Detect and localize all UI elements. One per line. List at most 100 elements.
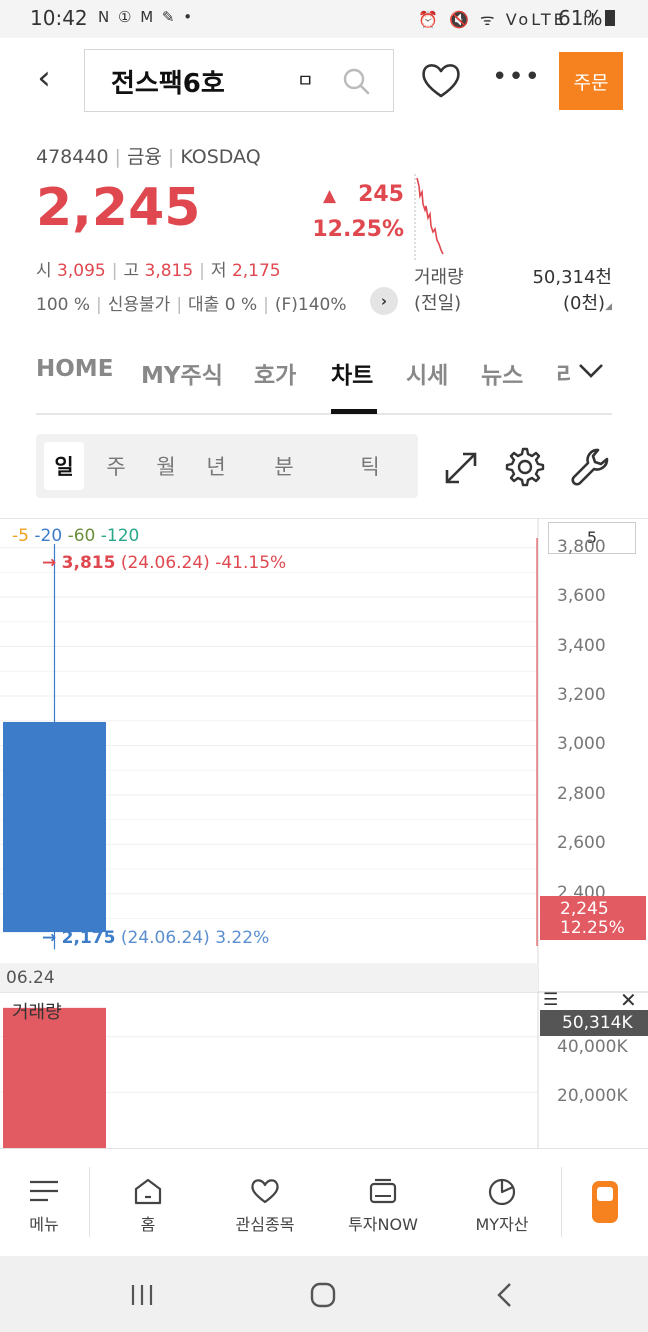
phone-app-icon (592, 1181, 618, 1223)
tab-chart[interactable]: 차트 (331, 356, 373, 390)
ohlc-summary: 시 3,095 | 고 3,815 | 저 2,175 (36, 261, 281, 281)
ma-120-legend: -120 (100, 526, 140, 546)
back-nav-icon[interactable] (492, 1280, 516, 1310)
ma-20-legend: -20 (34, 526, 63, 546)
nav-invest-now[interactable]: 투자NOW (332, 1149, 434, 1257)
expand-icon[interactable] (439, 446, 483, 490)
nav-my-assets[interactable]: MY자산 (452, 1149, 552, 1257)
home-button-icon[interactable] (308, 1280, 338, 1310)
period-minute[interactable]: 분 (264, 442, 304, 490)
open-price: 3,095 (57, 261, 106, 281)
up-arrow-icon: ▲ (322, 186, 337, 206)
tab-price[interactable]: 시세 (406, 356, 448, 390)
y-tick-label: 3,400 (557, 635, 606, 656)
period-tick[interactable]: 틱 (350, 442, 390, 490)
f-rate: (F)140% (274, 295, 347, 315)
menu-icon[interactable]: ☰ (543, 990, 558, 1010)
gear-icon[interactable] (503, 445, 547, 489)
stock-search-box[interactable]: 전스팩6호 ㅁ (84, 49, 394, 112)
tab-more-truncated[interactable]: 리 (556, 356, 570, 390)
wrench-icon[interactable] (568, 445, 612, 489)
high-price: 3,815 (144, 261, 194, 281)
y-tick-label: 2,800 (557, 783, 606, 804)
date-label: 06.24 (6, 968, 55, 988)
change-amount: 245 (358, 182, 404, 207)
tab-news[interactable]: 뉴스 (481, 356, 523, 390)
credit-status: 신용불가 (107, 295, 171, 315)
candle-body (3, 721, 106, 933)
y-tick-label: 3,600 (557, 586, 606, 607)
y-tick-label: 3,000 (557, 734, 606, 755)
stock-name-tag: ㅁ (297, 71, 314, 92)
candlestick-chart[interactable] (0, 518, 648, 1148)
nav-watchlist[interactable]: 관심종목 (215, 1149, 315, 1257)
current-price: 2,245 (36, 178, 201, 238)
active-tab-indicator (331, 409, 377, 414)
loan-rate: 대출 0 % (188, 295, 258, 315)
order-button[interactable]: 주문 (559, 52, 623, 110)
close-icon[interactable]: ✕ (620, 988, 637, 1012)
back-button[interactable]: ‹ (22, 58, 66, 102)
nav-menu[interactable]: 메뉴 (0, 1149, 88, 1257)
pie-chart-icon (488, 1178, 516, 1205)
tab-my-stock[interactable]: MY주식 (141, 356, 223, 390)
volume-tick-20000k: 20,000K (557, 1086, 628, 1106)
tab-home[interactable]: HOME (36, 356, 113, 382)
low-price: 2,175 (231, 261, 281, 281)
period-week[interactable]: 주 (96, 442, 136, 490)
date-axis (0, 963, 538, 992)
ma-60-legend: -60 (67, 526, 96, 546)
period-day[interactable]: 일 (44, 442, 84, 490)
volume-panel-title: 거래량 (12, 1002, 62, 1023)
volume-value: 50,314천 (0천)◢ (532, 267, 612, 314)
current-price-tag: 2,245 12.25% (540, 896, 646, 940)
y-tick-label: 3,800 (557, 536, 606, 557)
moving-average-legend[interactable]: -5 -20 -60 -120 (12, 526, 139, 546)
home-icon (134, 1178, 162, 1205)
battery-icon (605, 10, 616, 26)
bottom-navigation: 메뉴 홈 관심종목 투자NOW MY자산 (0, 1148, 648, 1256)
volume-tick-40000k: 40,000K (557, 1037, 628, 1057)
news-icon (369, 1178, 397, 1204)
notification-icons: N ① M ✎ • (98, 8, 195, 26)
stock-market: KOSDAQ (180, 146, 261, 168)
corner-triangle-icon: ◢ (605, 302, 612, 312)
low-price-annotation: → 2,175 (24.06.24) 3.22% (42, 928, 270, 948)
stock-name: 전스팩6호 (111, 69, 225, 99)
chevron-left-icon: ‹ (37, 58, 51, 98)
detail-chevron-icon[interactable]: › (370, 287, 398, 315)
recent-apps-icon[interactable] (128, 1282, 156, 1308)
price-change: ▲ 245 12.25% (296, 178, 404, 247)
intraday-sparkline (414, 174, 444, 260)
chart-period-selector: 일 주 월 년 분 틱 (36, 434, 418, 498)
volume-label: 거래량 (전일) (414, 267, 464, 314)
period-year[interactable]: 년 (196, 442, 236, 490)
stock-sector: 금융 (126, 146, 162, 168)
status-bar: 10:42 N ① M ✎ • ⏰ 🔇 ᯤ VoLTE .ıl 61% (0, 0, 648, 38)
more-options-button[interactable]: ••• (492, 62, 541, 92)
main-tab-bar: HOME MY주식 호가 차트 시세 뉴스 리 (36, 340, 612, 415)
y-tick-label: 3,200 (557, 685, 606, 705)
tab-quote[interactable]: 호가 (254, 356, 296, 390)
y-tick-label: 2,600 (557, 833, 606, 854)
arrow-right-icon: → (42, 553, 57, 573)
battery-indicator: 61% (558, 6, 616, 30)
margin-rate: 100 % (36, 295, 91, 315)
margin-info: 100 % | 신용불가 | 대출 0 % | (F)140% (36, 295, 347, 315)
status-time: 10:42 (30, 6, 88, 30)
arrow-right-icon: → (42, 928, 57, 948)
nav-home[interactable]: 홈 (100, 1149, 196, 1257)
change-percent: 12.25% (312, 217, 404, 242)
stock-code: 478440 (36, 146, 109, 168)
volume-bar (3, 1007, 106, 1148)
period-month[interactable]: 월 (146, 442, 186, 490)
battery-percent: 61% (558, 6, 603, 30)
chevron-down-icon[interactable] (578, 362, 604, 380)
high-price-annotation: → 3,815 (24.06.24) -41.15% (42, 553, 287, 573)
search-icon[interactable] (341, 66, 371, 96)
stock-meta: 478440 | 금융 | KOSDAQ (36, 146, 261, 168)
menu-icon (30, 1180, 58, 1202)
heart-icon[interactable] (418, 58, 464, 104)
heart-icon (251, 1179, 279, 1204)
nav-phone-app[interactable] (570, 1149, 640, 1257)
